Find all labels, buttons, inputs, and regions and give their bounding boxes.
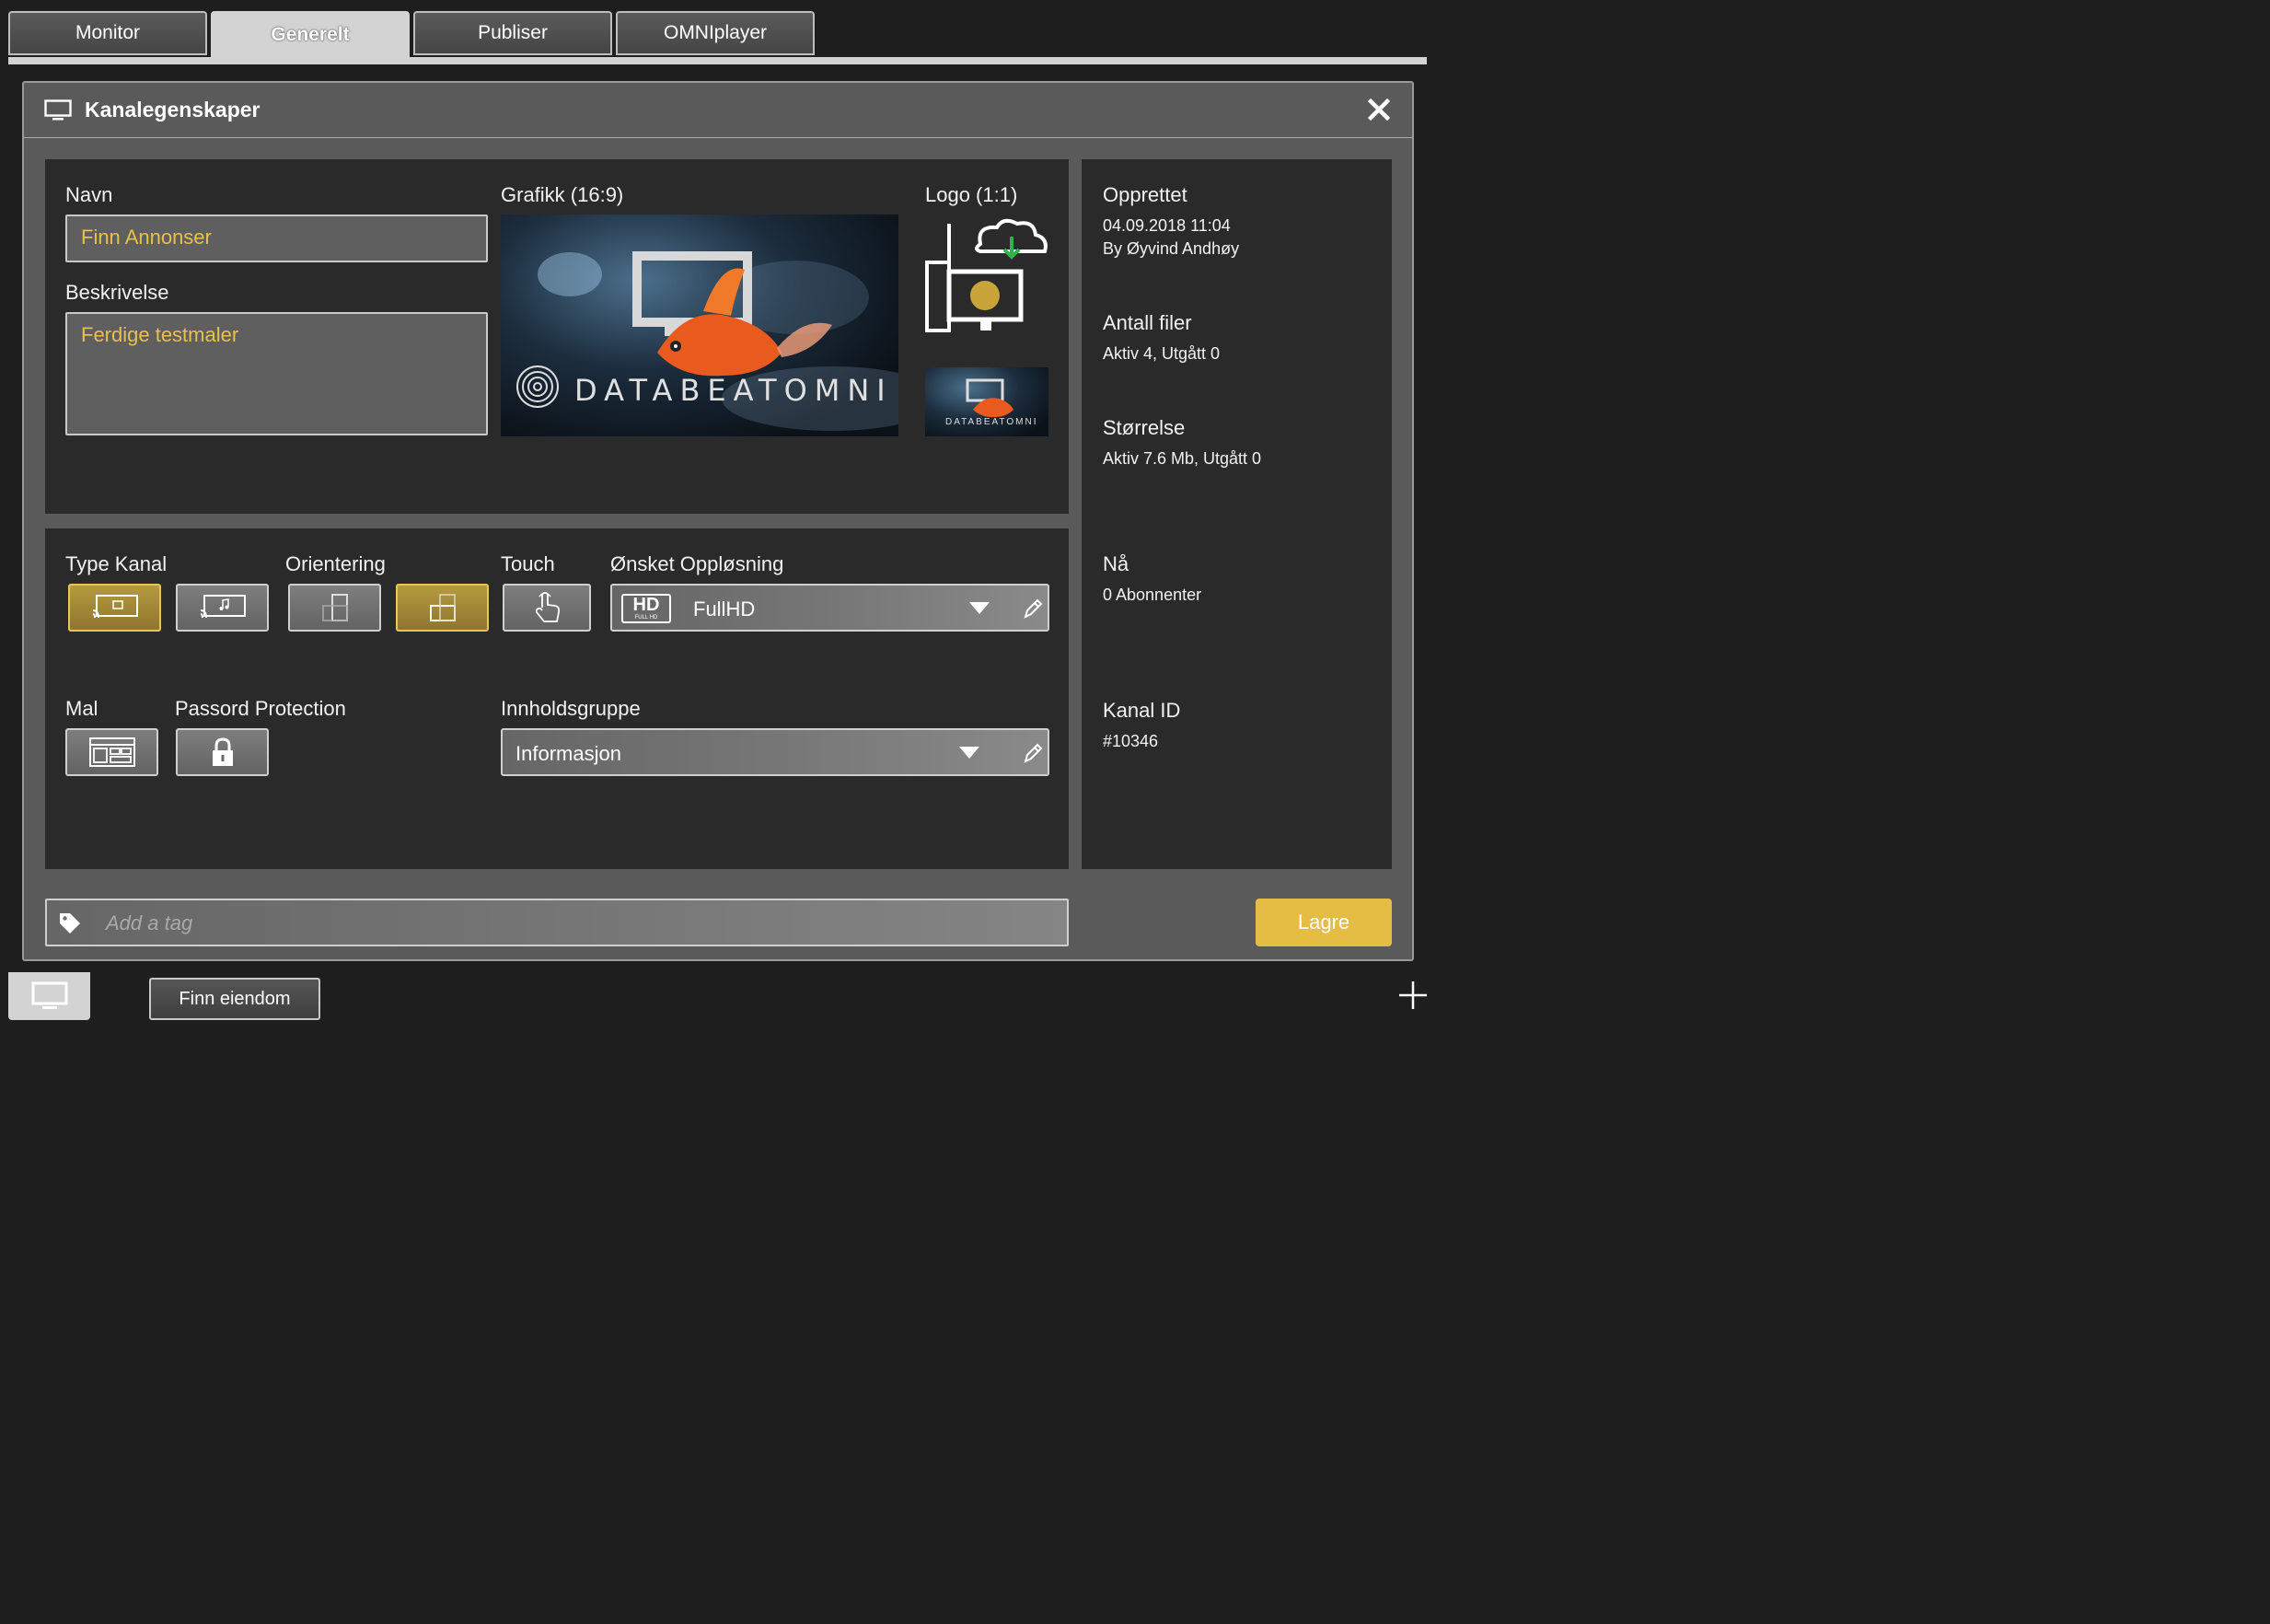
description-label: Beskrivelse [65,281,169,304]
template-layout-icon [88,737,135,767]
orientation-label: Orientering [285,552,386,575]
now-label: Nå [1103,552,1129,575]
resolution-value: FullHD [693,597,756,621]
created-date: 04.09.2018 11:04 [1103,216,1231,235]
hd-badge: HD FULL HD [621,594,671,623]
close-icon[interactable] [1368,98,1390,122]
hd-badge-subtext: FULL HD [634,615,658,621]
brand-watermark: DATABEATOMNI [574,373,893,408]
lock-icon [212,737,233,766]
orientation-portrait-button[interactable] [288,584,381,632]
password-label: Passord Protection [175,697,346,720]
pencil-icon[interactable] [1023,597,1043,620]
channel-type-audio-button[interactable] [176,584,269,632]
hd-badge-text: HD [632,595,660,615]
cast-audio-icon [200,595,246,619]
name-label: Navn [65,183,113,206]
logo-upload-icon[interactable] [925,216,1050,332]
info-panel: Opprettet 04.09.2018 11:04 By Øyvind And… [1082,159,1392,869]
tab-underline [8,57,1427,64]
channel-id-label: Kanal ID [1103,699,1181,722]
template-button[interactable] [65,728,158,776]
password-protection-button[interactable] [176,728,269,776]
file-count-label: Antall filer [1103,311,1192,334]
tab-monitor[interactable]: Monitor [8,11,207,55]
tab-omniplayer[interactable]: OMNIplayer [616,11,815,55]
pencil-icon[interactable] [1023,742,1043,764]
description-textarea[interactable]: Ferdige testmaler [65,312,488,435]
channel-tab[interactable]: Finn eiendom [149,978,320,1020]
logo-thumbnail-brand: DATABEATOMNI [945,417,1038,427]
logo-label: Logo (1:1) [925,183,1018,206]
cast-video-icon [92,595,138,619]
dialog-title: Kanalegenskaper [85,98,261,122]
dialog-header: Kanalegenskaper [24,83,1412,138]
content-group-dropdown[interactable]: Informasjon [501,728,1049,776]
touch-label: Touch [501,552,555,575]
tab-publiser[interactable]: Publiser [413,11,612,55]
tag-placeholder: Add a tag [106,911,193,934]
tag-icon [60,913,80,934]
channel-type-video-button[interactable] [68,584,161,632]
content-group-label: Innholdsgruppe [501,697,641,720]
bottom-bar: Finn eiendom [0,972,1443,1033]
graphic-image[interactable]: DATABEATOMNI [501,215,898,436]
channel-id-value: #10346 [1103,732,1159,750]
size-value: Aktiv 7.6 Mb, Utgått 0 [1103,449,1262,468]
channel-properties-dialog: Kanalegenskaper Navn Finn Annonser Beskr… [22,81,1414,961]
landscape-icon [429,594,456,621]
bottom-monitor-tab[interactable] [8,972,90,1020]
resolution-label: Ønsket Oppløsning [610,552,784,575]
tag-input[interactable]: Add a tag [45,899,1069,946]
file-count-value: Aktiv 4, Utgått 0 [1103,344,1221,363]
general-panel: Navn Finn Annonser Beskrivelse Ferdige t… [45,159,1069,514]
content-group-value: Informasjon [515,742,621,765]
settings-panel: Type Kanal Orientering Touch Ønsket Oppl… [45,528,1069,869]
channel-type-label: Type Kanal [65,552,168,575]
graphic-label: Grafikk (16:9) [501,183,624,206]
created-label: Opprettet [1103,183,1187,206]
fingerprint-logo-icon [516,365,559,408]
tab-generelt[interactable]: Generelt [211,11,410,59]
size-label: Størrelse [1103,416,1186,439]
chevron-down-icon[interactable] [959,747,979,760]
subscribers-value: 0 Abonnenter [1103,586,1202,604]
touch-hand-icon [535,592,561,622]
created-by: By Øyvind Andhøy [1103,239,1240,258]
portrait-icon [321,594,348,621]
monitor-icon [44,99,72,121]
top-tab-bar: Monitor Generelt Publiser OMNIplayer [0,0,1443,59]
chevron-down-icon[interactable] [969,602,990,615]
touch-button[interactable] [503,584,591,632]
monitor-icon [31,981,67,1009]
name-input[interactable]: Finn Annonser [65,215,488,262]
orientation-landscape-button[interactable] [396,584,489,632]
save-button[interactable]: Lagre [1256,899,1392,946]
template-label: Mal [65,697,98,720]
add-icon[interactable] [1399,981,1427,1009]
logo-thumbnail[interactable]: DATABEATOMNI [925,367,1048,436]
resolution-dropdown[interactable]: HD FULL HD FullHD [610,584,1049,632]
